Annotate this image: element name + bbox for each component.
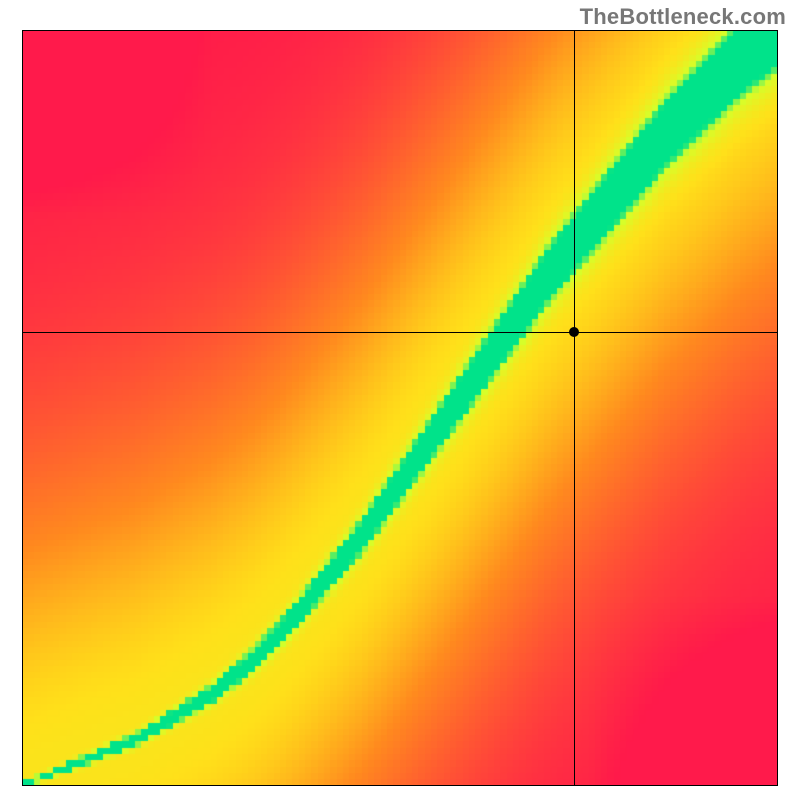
heatmap-canvas <box>22 30 778 786</box>
watermark-text: TheBottleneck.com <box>580 4 786 30</box>
heatmap-plot <box>22 30 778 786</box>
root: TheBottleneck.com <box>0 0 800 800</box>
